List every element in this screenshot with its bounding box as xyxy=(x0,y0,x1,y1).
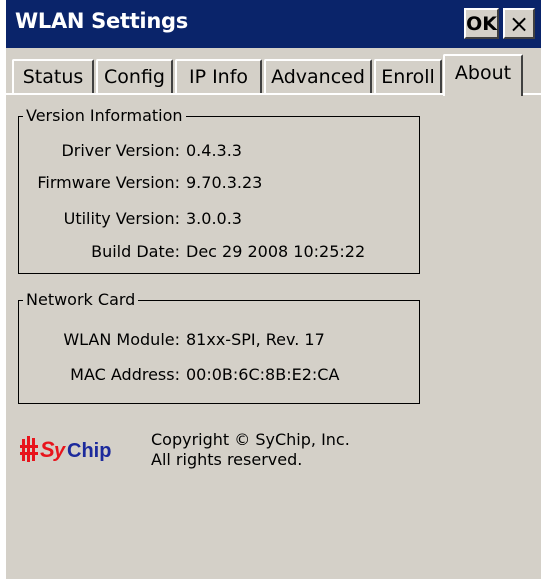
utility-version-value: 3.0.0.3 xyxy=(186,209,242,228)
copyright-text: Copyright © SyChip, Inc. All rights rese… xyxy=(151,430,350,470)
copyright-line: Copyright © SyChip, Inc. xyxy=(151,430,350,449)
wlan-settings-window: WLAN Settings OK × Status Config IP Info… xyxy=(6,0,541,579)
rights-line: All rights reserved. xyxy=(151,450,303,469)
build-date-value: Dec 29 2008 10:25:22 xyxy=(186,242,366,261)
tab-advanced[interactable]: Advanced xyxy=(264,59,372,93)
firmware-version-value: 9.70.3.23 xyxy=(186,173,263,192)
driver-version-value: 0.4.3.3 xyxy=(186,141,242,160)
tab-status[interactable]: Status xyxy=(12,59,94,93)
wlan-module-label: WLAN Module: xyxy=(63,330,180,349)
title-bar: WLAN Settings OK × xyxy=(6,0,541,48)
svg-text:Chip: Chip xyxy=(67,440,111,462)
svg-text:S: S xyxy=(40,437,55,462)
tab-ip-info[interactable]: IP Info xyxy=(175,59,262,93)
network-card-title: Network Card xyxy=(23,290,139,309)
window-title: WLAN Settings xyxy=(15,9,188,33)
mac-address-value: 00:0B:6C:8B:E2:CA xyxy=(186,365,340,384)
firmware-version-label: Firmware Version: xyxy=(37,173,180,192)
ok-button[interactable]: OK xyxy=(464,8,499,39)
utility-version-label: Utility Version: xyxy=(63,209,180,228)
tab-about[interactable]: About xyxy=(443,54,523,96)
mac-address-label: MAC Address: xyxy=(70,365,180,384)
svg-text:y: y xyxy=(53,440,66,462)
tab-enroll[interactable]: Enroll xyxy=(374,59,442,93)
tab-config[interactable]: Config xyxy=(96,59,173,93)
sychip-logo: S y Chip xyxy=(20,436,111,462)
driver-version-label: Driver Version: xyxy=(61,141,180,160)
build-date-label: Build Date: xyxy=(91,242,180,261)
wlan-module-value: 81xx-SPI, Rev. 17 xyxy=(186,330,325,349)
version-info-title: Version Information xyxy=(23,106,186,125)
network-card-group: Network Card xyxy=(18,290,420,404)
close-button[interactable]: × xyxy=(503,8,535,39)
